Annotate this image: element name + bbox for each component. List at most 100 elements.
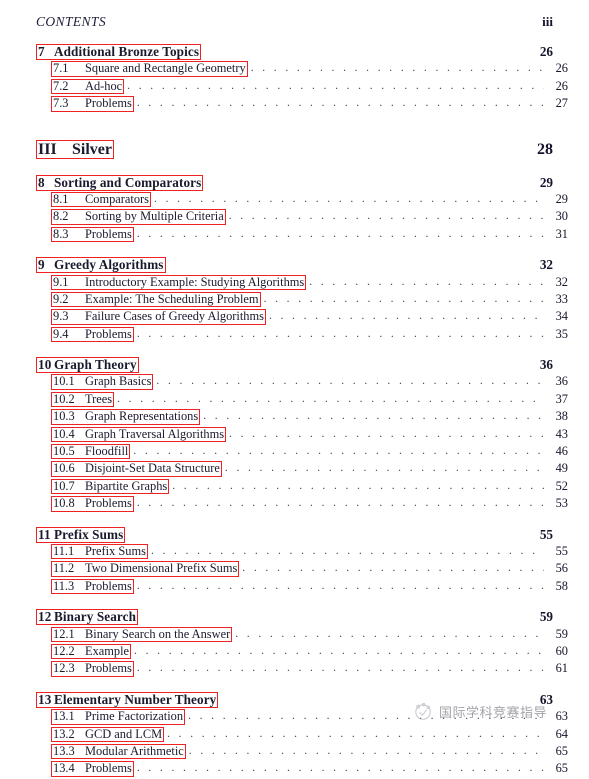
toc-entry-section[interactable]: 10.7 Bipartite Graphs . . . . . . . . . . … bbox=[36, 478, 568, 496]
toc-link[interactable]: 8.3 Problems bbox=[51, 226, 134, 243]
toc-link[interactable]: 10.1 Graph Basics bbox=[51, 374, 154, 390]
toc-entry-page[interactable]: 31 bbox=[546, 227, 568, 242]
toc-entry-page[interactable]: 29 bbox=[531, 175, 553, 191]
toc-link[interactable]: 8.2 Sorting by Multiple Criteria bbox=[51, 209, 226, 225]
toc-link[interactable]: 13.1 Prime Factorization bbox=[51, 709, 186, 725]
toc-link[interactable]: 11 Prefix Sums bbox=[36, 526, 126, 543]
toc-link[interactable]: 7.2 Ad-hoc bbox=[51, 78, 125, 95]
toc-entry-section[interactable]: 13.3 Modular Arithmetic . . . . . . . . . … bbox=[36, 743, 568, 761]
toc-entry-page[interactable]: 65 bbox=[546, 761, 568, 776]
toc-link[interactable]: 11.3 Problems bbox=[51, 578, 134, 595]
toc-entry-page[interactable]: 26 bbox=[546, 61, 568, 76]
toc-entry-section[interactable]: 10.8 Problems . . . . . . . . . . . . . . … bbox=[36, 496, 568, 513]
toc-link[interactable]: III Silver bbox=[36, 139, 114, 159]
toc-entry-section[interactable]: 9.3 Failure Cases of Greedy Algorithms . .… bbox=[36, 309, 568, 326]
toc-entry-page[interactable]: 43 bbox=[546, 427, 568, 442]
toc-link[interactable]: 7.3 Problems bbox=[51, 96, 134, 112]
toc-link[interactable]: 7.1 Square and Rectangle Geometry bbox=[51, 61, 248, 77]
toc-entry-page[interactable]: 46 bbox=[546, 444, 568, 459]
toc-entry-section[interactable]: 11.1 Prefix Sums . . . . . . . . . . . . .… bbox=[36, 543, 568, 561]
toc-entry-page[interactable]: 37 bbox=[546, 392, 568, 407]
toc-entry-page[interactable]: 63 bbox=[546, 709, 568, 724]
toc-link[interactable]: 13 Elementary Number Theory bbox=[36, 691, 219, 708]
toc-entry-section[interactable]: 12.1 Binary Search on the Answer . . . . .… bbox=[36, 626, 568, 644]
toc-entry-page[interactable]: 33 bbox=[546, 292, 568, 307]
toc-entry-page[interactable]: 64 bbox=[546, 727, 568, 742]
toc-entry-section[interactable]: 7.3 Problems . . . . . . . . . . . . . . .… bbox=[36, 96, 568, 113]
toc-entry-page[interactable]: 65 bbox=[546, 744, 568, 759]
toc-entry-section[interactable]: 9.2 Example: The Scheduling Problem . . . … bbox=[36, 291, 568, 309]
toc-entry-section[interactable]: 13.2 GCD and LCM. . . . . . . . . . . . .… bbox=[36, 726, 568, 744]
toc-entry-page[interactable]: 30 bbox=[546, 209, 568, 224]
toc-link[interactable]: 12.2 Example bbox=[51, 643, 132, 660]
toc-entry-section[interactable]: 9.4 Problems . . . . . . . . . . . . . . .… bbox=[36, 326, 568, 344]
toc-link[interactable]: 9.3 Failure Cases of Greedy Algorithms bbox=[51, 309, 266, 325]
toc-entry-section[interactable]: 9.1 Introductory Example: Studying Algori… bbox=[36, 274, 568, 292]
toc-entry-section[interactable]: 11.2 Two Dimensional Prefix Sums . . . . .… bbox=[36, 561, 568, 578]
toc-entry-page[interactable]: 53 bbox=[546, 496, 568, 511]
toc-entry-section[interactable]: 10.6 Disjoint-Set Data Structure . . . . .… bbox=[36, 461, 568, 478]
toc-link[interactable]: 10.7 Bipartite Graphs bbox=[51, 478, 170, 495]
toc-entry-part[interactable]: IIISilver. . . . . . . . . . . . . . . .… bbox=[36, 139, 553, 162]
toc-entry-chapter[interactable]: 7Additional Bronze Topics. . . . . . . .… bbox=[36, 44, 553, 61]
toc-link[interactable]: 10.6 Disjoint-Set Data Structure bbox=[51, 461, 222, 477]
toc-link[interactable]: 10.3 Graph Representations bbox=[51, 409, 201, 425]
toc-entry-section[interactable]: 13.4 Problems . . . . . . . . . . . . . . … bbox=[36, 761, 568, 778]
toc-entry-page[interactable]: 49 bbox=[546, 461, 568, 476]
toc-link[interactable]: 8.1 Comparators bbox=[51, 191, 152, 208]
toc-entry-page[interactable]: 58 bbox=[546, 579, 568, 594]
toc-link[interactable]: 10.8 Problems bbox=[51, 496, 134, 512]
toc-entry-page[interactable]: 36 bbox=[531, 357, 553, 373]
toc-entry-section[interactable]: 8.1 Comparators . . . . . . . . . . . . . … bbox=[36, 191, 568, 209]
toc-entry-section[interactable]: 7.2 Ad-hoc . . . . . . . . . . . . . . . .… bbox=[36, 78, 568, 96]
toc-entry-page[interactable]: 34 bbox=[546, 309, 568, 324]
toc-link[interactable]: 8 Sorting and Comparators bbox=[36, 174, 204, 191]
toc-entry-page[interactable]: 59 bbox=[531, 609, 553, 625]
toc-link[interactable]: 10 Graph Theory bbox=[36, 357, 139, 374]
toc-entry-page[interactable]: 55 bbox=[531, 527, 553, 543]
toc-entry-page[interactable]: 52 bbox=[546, 479, 568, 494]
toc-entry-section[interactable]: 10.2 Trees . . . . . . . . . . . . . . . .… bbox=[36, 391, 568, 409]
toc-entry-page[interactable]: 35 bbox=[546, 327, 568, 342]
toc-entry-section[interactable]: 12.3 Problems . . . . . . . . . . . . . . … bbox=[36, 661, 568, 678]
toc-entry-page[interactable]: 59 bbox=[546, 627, 568, 642]
toc-entry-section[interactable]: 11.3 Problems . . . . . . . . . . . . . . … bbox=[36, 578, 568, 596]
toc-link[interactable]: 9 Greedy Algorithms bbox=[36, 257, 166, 274]
toc-entry-page[interactable]: 28 bbox=[531, 141, 553, 159]
toc-entry-chapter[interactable]: 9Greedy Algorithms. . . . . . . . . . . … bbox=[36, 257, 553, 274]
toc-link[interactable]: 9.4 Problems bbox=[51, 326, 134, 343]
toc-entry-page[interactable]: 63 bbox=[531, 692, 553, 708]
toc-entry-section[interactable]: 13.1 Prime Factorization . . . . . . . . .… bbox=[36, 709, 568, 726]
toc-link[interactable]: 10.2 Trees bbox=[51, 391, 115, 408]
toc-entry-page[interactable]: 38 bbox=[546, 409, 568, 424]
toc-entry-page[interactable]: 36 bbox=[546, 374, 568, 389]
toc-link[interactable]: 11.1 Prefix Sums bbox=[51, 543, 148, 560]
toc-entry-chapter[interactable]: 11Prefix Sums. . . . . . . . . . . . . .… bbox=[36, 526, 553, 544]
toc-entry-chapter[interactable]: 13Elementary Number Theory. . . . . . . … bbox=[36, 691, 553, 709]
toc-link[interactable]: 12.3 Problems bbox=[51, 661, 134, 677]
toc-entry-page[interactable]: 32 bbox=[546, 275, 568, 290]
toc-entry-chapter[interactable]: 8Sorting and Comparators. . . . . . . . … bbox=[36, 174, 553, 192]
toc-link[interactable]: 10.4 Graph Traversal Algorithms bbox=[51, 426, 227, 443]
toc-entry-page[interactable]: 32 bbox=[531, 257, 553, 273]
toc-link[interactable]: 12 Binary Search bbox=[36, 609, 139, 626]
toc-link[interactable]: 7 Additional Bronze Topics bbox=[36, 44, 202, 61]
toc-link[interactable]: 9.1 Introductory Example: Studying Algori… bbox=[51, 274, 307, 290]
toc-link[interactable]: 13.4 Problems bbox=[51, 761, 134, 777]
toc-entry-section[interactable]: 10.4 Graph Traversal Algorithms . . . . . … bbox=[36, 426, 568, 444]
toc-entry-page[interactable]: 26 bbox=[546, 79, 568, 94]
toc-link[interactable]: 13.2 GCD and LCM bbox=[51, 726, 165, 742]
toc-link[interactable]: 9.2 Example: The Scheduling Problem bbox=[51, 291, 261, 308]
toc-entry-page[interactable]: 27 bbox=[546, 96, 568, 111]
toc-entry-page[interactable]: 56 bbox=[546, 561, 568, 576]
toc-entry-section[interactable]: 7.1 Square and Rectangle Geometry . . . . … bbox=[36, 61, 568, 78]
toc-entry-chapter[interactable]: 12Binary Search. . . . . . . . . . . . .… bbox=[36, 609, 553, 626]
toc-entry-page[interactable]: 61 bbox=[546, 661, 568, 676]
toc-entry-section[interactable]: 10.3 Graph Representations . . . . . . . .… bbox=[36, 409, 568, 426]
toc-link[interactable]: 10.5 Floodfill bbox=[51, 444, 131, 460]
toc-link[interactable]: 13.3 Modular Arithmetic bbox=[51, 743, 186, 760]
toc-link[interactable]: 11.2 Two Dimensional Prefix Sums bbox=[51, 561, 240, 577]
toc-entry-page[interactable]: 55 bbox=[546, 544, 568, 559]
toc-entry-page[interactable]: 29 bbox=[546, 192, 568, 207]
toc-entry-page[interactable]: 60 bbox=[546, 644, 568, 659]
